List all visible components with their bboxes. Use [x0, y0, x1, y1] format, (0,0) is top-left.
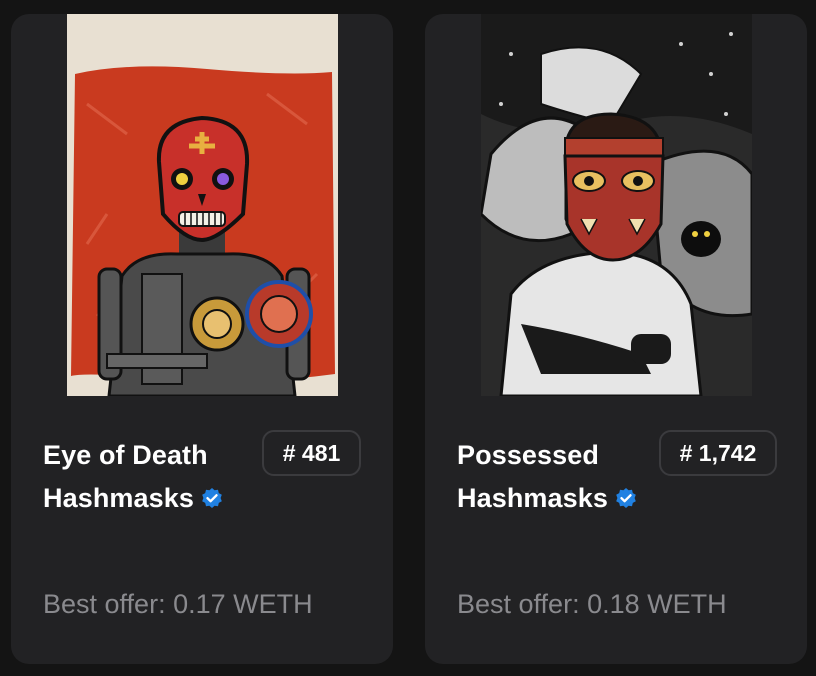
verified-check-icon [616, 488, 636, 508]
collection-name-line: Hashmasks [457, 477, 657, 520]
best-offer-text: Best offer: 0.18 WETH [457, 589, 727, 619]
best-offer-text: Best offer: 0.17 WETH [43, 589, 313, 619]
nft-card-grid: Eye of Death Hashmasks # 481 Best offer:… [0, 0, 816, 676]
nft-artwork-image[interactable] [481, 14, 752, 396]
collection-name: Hashmasks [43, 483, 194, 513]
collection-name-line: Hashmasks [43, 477, 243, 520]
nft-name[interactable]: Possessed Hashmasks [457, 434, 657, 520]
nft-card[interactable]: Eye of Death Hashmasks # 481 Best offer:… [11, 14, 393, 664]
nft-name-line: Eye of Death [43, 440, 208, 470]
token-number-badge: # 1,742 [659, 430, 777, 476]
verified-check-icon [202, 488, 222, 508]
collection-name: Hashmasks [457, 483, 608, 513]
nft-card[interactable]: Possessed Hashmasks # 1,742 Best offer: … [425, 14, 807, 664]
nft-name-line: Possessed [457, 440, 599, 470]
nft-artwork-image[interactable] [67, 14, 338, 396]
nft-name[interactable]: Eye of Death Hashmasks [43, 434, 243, 520]
token-number-badge: # 481 [262, 430, 361, 476]
